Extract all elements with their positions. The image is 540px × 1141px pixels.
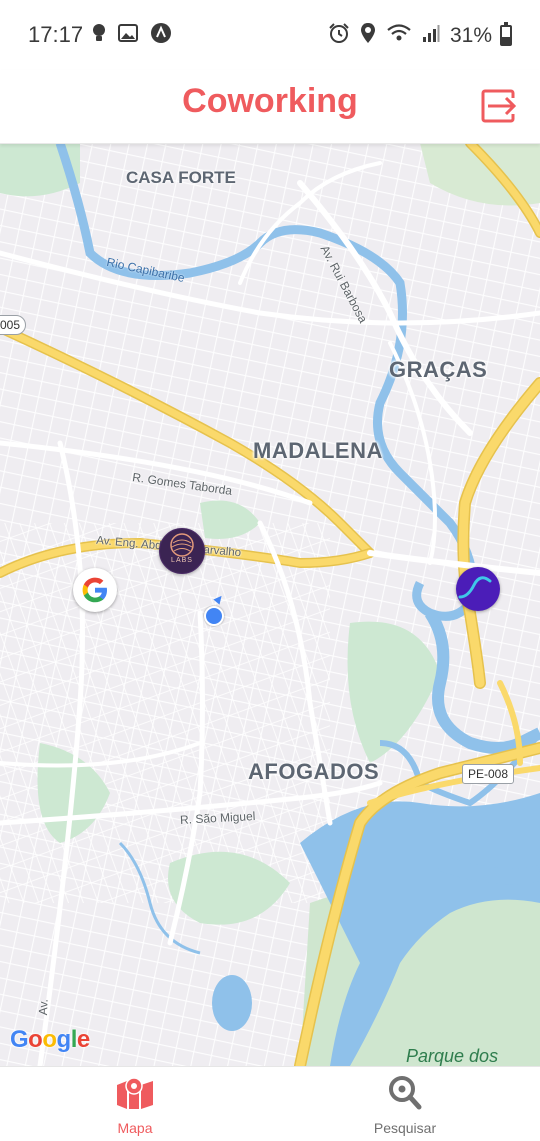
app-a-icon <box>151 23 171 43</box>
app-header: Coworking <box>0 70 540 144</box>
google-logo-text: Google <box>10 1026 90 1053</box>
street-label: Av. <box>36 998 51 1016</box>
image-icon <box>118 24 138 42</box>
tab-label-mapa: Mapa <box>117 1120 153 1136</box>
district-label: MADALENA <box>253 438 383 463</box>
google-marker[interactable] <box>73 568 117 612</box>
bottom-nav: Mapa Pesquisar <box>0 1066 540 1141</box>
tab-mapa[interactable]: Mapa <box>0 1067 270 1141</box>
map-view[interactable]: CASA FORTE GRAÇAS MADALENA AFOGADOS Av. … <box>0 143 540 1066</box>
google-g-icon <box>82 577 107 603</box>
tab-pesquisar[interactable]: Pesquisar <box>270 1067 540 1141</box>
bulb-icon <box>93 24 105 41</box>
alarm-icon <box>329 23 349 43</box>
wifi-icon <box>387 24 411 41</box>
status-bar: 17:17 31% <box>0 0 540 70</box>
road-shield: PE-008 <box>462 764 515 784</box>
logout-icon[interactable] <box>480 86 520 126</box>
park-label: Parque dos <box>406 1046 499 1066</box>
search-icon <box>389 1076 422 1110</box>
page-title: Coworking <box>182 82 358 120</box>
battery-icon <box>500 22 512 46</box>
my-location-dot <box>204 606 224 626</box>
district-label: AFOGADOS <box>248 759 380 784</box>
labs-marker-text: LABS <box>171 557 193 564</box>
road-shield: 005 <box>0 315 27 335</box>
labs-marker[interactable]: LABS <box>159 528 205 574</box>
battery-percent: 31% <box>449 24 492 47</box>
tab-label-pesquisar: Pesquisar <box>373 1120 437 1136</box>
status-time: 17:17 <box>28 22 84 47</box>
coworking-marker[interactable] <box>456 567 500 611</box>
signal-icon <box>423 25 440 42</box>
map-icon <box>117 1077 153 1109</box>
labs-logo-icon <box>170 533 194 557</box>
wave-logo-icon <box>458 576 492 599</box>
district-label: GRAÇAS <box>389 357 488 382</box>
location-pin-icon <box>361 23 375 43</box>
google-logo: Google <box>10 1026 90 1054</box>
district-label: CASA FORTE <box>126 168 236 187</box>
